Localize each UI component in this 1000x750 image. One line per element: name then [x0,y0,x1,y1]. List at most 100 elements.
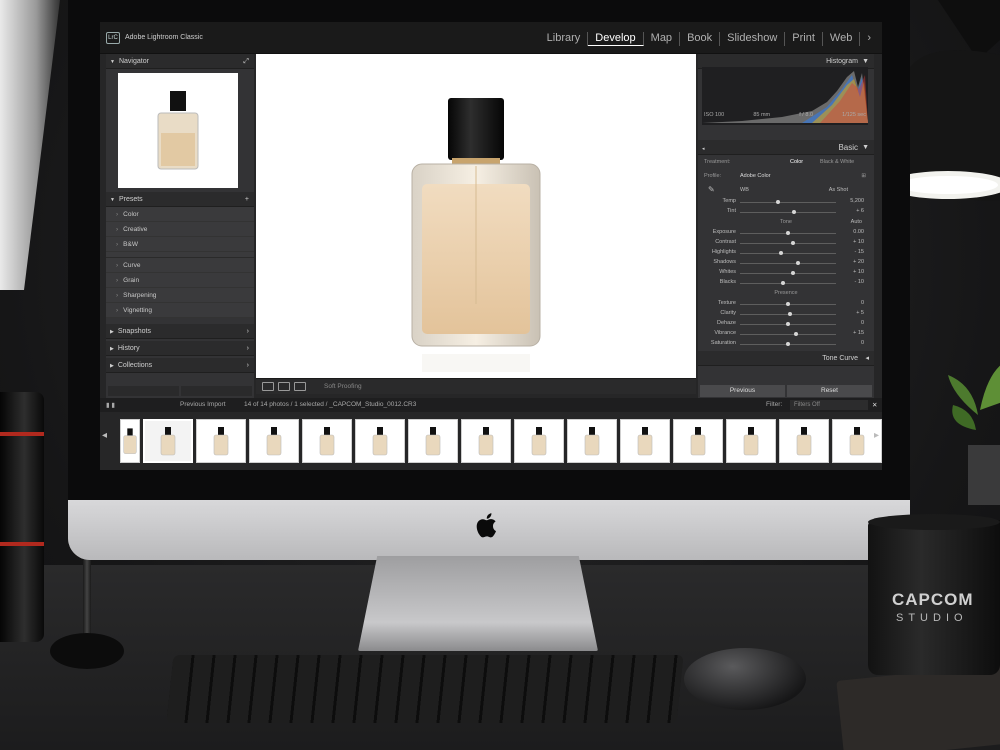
zoom-fit-icon[interactable]: ⤢ [243,54,249,69]
filmstrip-thumbnail[interactable] [143,419,194,463]
slider-thumb[interactable] [786,302,790,306]
slider-thumb[interactable] [787,312,792,316]
slider-track[interactable] [740,243,836,244]
slider-track[interactable] [740,334,836,335]
slider-value[interactable]: 0 [861,340,864,346]
profile-dropdown[interactable]: Adobe Color [740,169,771,183]
collections-header[interactable]: ▶ Collections › [106,358,254,373]
filmstrip-thumbnail[interactable] [778,419,829,463]
module-library[interactable]: Library [540,32,589,46]
slider-value[interactable]: 0 [861,300,864,306]
filmstrip-thumbnail[interactable] [355,419,406,463]
snapshots-header[interactable]: ▶ Snapshots › [106,324,254,339]
filmstrip-thumbnail[interactable] [672,419,723,463]
filmstrip-thumbnail[interactable] [461,419,512,463]
slider-vibrance[interactable]: Vibrance + 15 [698,329,874,339]
before-after-icon[interactable] [278,382,290,391]
slider-dehaze[interactable]: Dehaze 0 [698,319,874,329]
slider-thumb[interactable] [790,271,795,275]
filmstrip-thumbnail[interactable] [302,419,353,463]
modules-more-icon[interactable]: › [860,32,878,46]
slider-thumb[interactable] [786,322,790,326]
slider-highlights[interactable]: Highlights - 15 [698,248,874,258]
soft-proofing-toggle[interactable]: Soft Proofing [324,383,362,390]
filmstrip-thumbnail[interactable] [120,419,140,463]
wb-dropdown[interactable]: As Shot [829,183,848,197]
slider-track[interactable] [740,253,836,254]
filmstrip-thumbnail[interactable] [619,419,670,463]
profile-browser-icon[interactable]: ⊞ [861,169,866,183]
slider-thumb[interactable] [795,261,800,265]
slider-temp[interactable]: Temp 5,200 [698,197,874,207]
compare-icon[interactable] [294,382,306,391]
filmstrip-right-arrow-icon[interactable]: ▸ [874,430,879,441]
slider-thumb[interactable] [791,210,796,214]
filmstrip-thumbnail[interactable] [408,419,459,463]
view-mode-icon[interactable] [262,382,274,391]
slider-value[interactable]: + 6 [856,208,864,214]
slider-thumb[interactable] [786,342,790,346]
filmstrip-thumbnail[interactable] [725,419,776,463]
slider-value[interactable]: + 20 [853,259,864,265]
filter-dropdown[interactable]: Filters Off [790,400,868,410]
treatment-color-button[interactable]: Color [790,155,803,169]
filmstrip-thumbnail[interactable] [196,419,247,463]
slider-texture[interactable]: Texture 0 [698,299,874,309]
slider-track[interactable] [740,202,836,203]
slider-value[interactable]: + 10 [853,269,864,275]
slider-thumb[interactable] [793,332,798,336]
slider-value[interactable]: 0 [861,320,864,326]
auto-tone-button[interactable]: Auto [851,217,862,228]
previous-button[interactable]: Previous [700,385,785,397]
slider-value[interactable]: + 15 [853,330,864,336]
slider-value[interactable]: 0.00 [853,229,864,235]
slider-saturation[interactable]: Saturation 0 [698,339,874,349]
filmstrip-thumbnail[interactable] [567,419,617,463]
navigator-header[interactable]: ▼ Navigator ⤢ [106,54,254,69]
slider-value[interactable]: - 15 [855,249,864,255]
filmstrip-thumbnail[interactable] [514,419,564,463]
slider-thumb[interactable] [786,231,790,235]
slider-track[interactable] [740,263,836,264]
main-image-view[interactable] [256,54,696,378]
slider-thumb[interactable] [779,251,784,255]
eyedropper-icon[interactable]: ✎ [708,183,715,197]
preset-group-grain[interactable]: Grain [106,273,254,288]
filmstrip-view-icon[interactable]: ▮ ▮ [106,401,115,409]
add-preset-icon[interactable]: + [245,192,249,207]
slider-contrast[interactable]: Contrast + 10 [698,238,874,248]
tone-curve-header[interactable]: Tone Curve ◂ [698,351,874,366]
module-develop[interactable]: Develop [588,32,644,46]
copy-button[interactable] [108,386,179,396]
slider-value[interactable]: - 10 [855,279,864,285]
basic-header[interactable]: ◂ Basic ▼ [698,140,874,155]
slider-tint[interactable]: Tint + 6 [698,207,874,217]
preset-group-sharpening[interactable]: Sharpening [106,288,254,303]
slider-track[interactable] [740,283,836,284]
slider-track[interactable] [740,212,836,213]
slider-clarity[interactable]: Clarity + 5 [698,309,874,319]
module-map[interactable]: Map [644,32,681,46]
slider-exposure[interactable]: Exposure 0.00 [698,228,874,238]
close-filmstrip-icon[interactable]: ✕ [872,401,877,409]
filmstrip-thumbnail[interactable] [249,419,300,463]
filmstrip-thumbnail[interactable] [831,419,882,463]
preset-group-vignetting[interactable]: Vignetting [106,303,254,318]
paste-button[interactable] [181,386,252,396]
slider-thumb[interactable] [781,281,786,285]
module-print[interactable]: Print [785,32,823,46]
preset-group-curve[interactable]: Curve [106,258,254,273]
slider-shadows[interactable]: Shadows + 20 [698,258,874,268]
slider-track[interactable] [740,273,836,274]
slider-value[interactable]: 5,200 [850,198,864,204]
slider-value[interactable]: + 10 [853,239,864,245]
module-web[interactable]: Web [823,32,861,46]
source-label[interactable]: Previous Import [180,401,226,408]
slider-thumb[interactable] [790,241,795,245]
presets-header[interactable]: ▼ Presets + [106,192,254,207]
slider-blacks[interactable]: Blacks - 10 [698,278,874,288]
slider-value[interactable]: + 5 [856,310,864,316]
preset-group-bw[interactable]: B&W [106,237,254,252]
module-book[interactable]: Book [680,32,721,46]
slider-thumb[interactable] [776,200,781,204]
